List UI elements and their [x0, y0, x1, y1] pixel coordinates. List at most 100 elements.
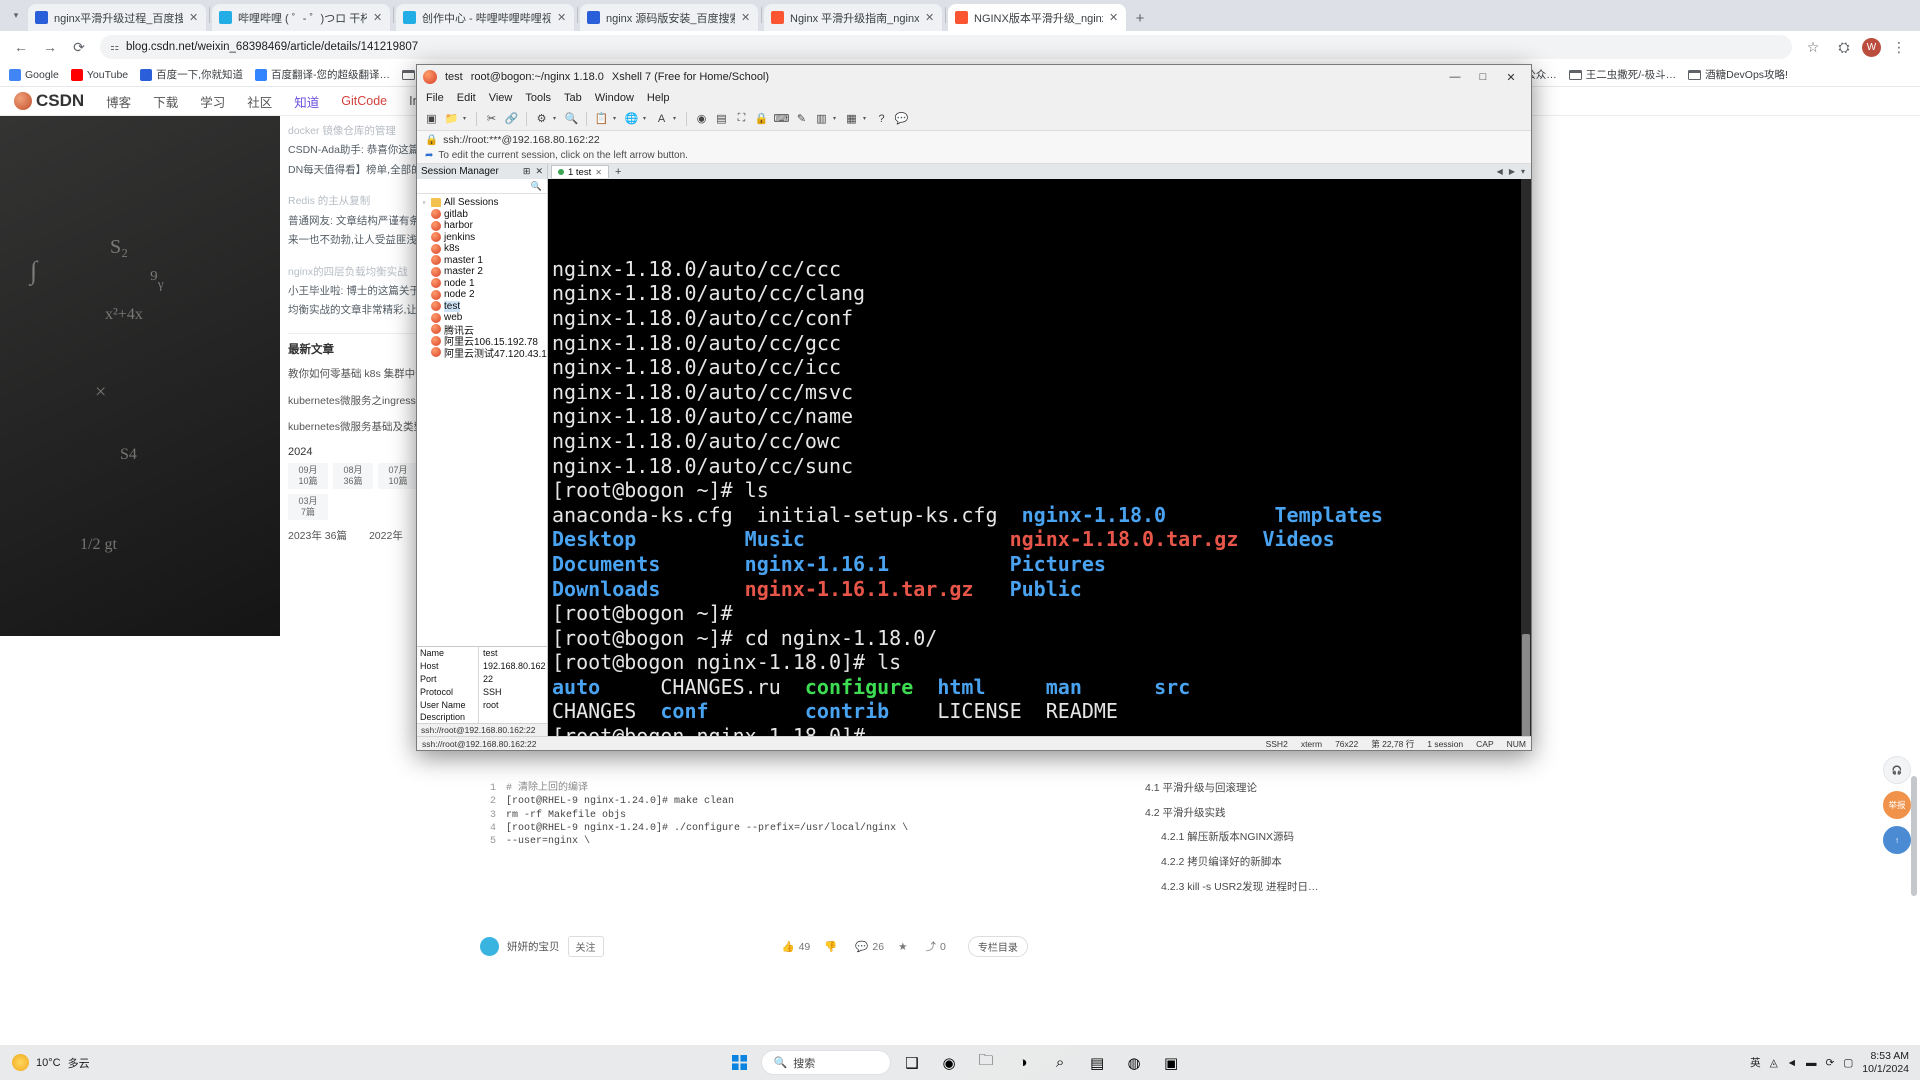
menu-window[interactable]: Window	[595, 92, 634, 104]
properties-icon[interactable]: ⚙	[533, 110, 550, 127]
session-item[interactable]: jenkins	[417, 232, 547, 244]
report-icon[interactable]: 举报	[1883, 791, 1911, 819]
tab-close-icon[interactable]: ✕	[925, 11, 935, 24]
highlight-icon[interactable]: ✎	[793, 110, 810, 127]
edge-icon[interactable]: ◑	[1008, 1048, 1039, 1077]
session-item[interactable]: master 1	[417, 255, 547, 267]
article-stat[interactable]: 👍 49	[782, 940, 811, 954]
session-item[interactable]: 阿里云测试47.120.43.14	[417, 347, 547, 360]
task-view-icon[interactable]: ❑	[897, 1048, 928, 1077]
back-button[interactable]: ←	[8, 34, 34, 60]
taskbar-search[interactable]: 🔍 搜索	[760, 1050, 891, 1075]
csdn-nav-item[interactable]: 社区	[247, 92, 272, 111]
session-item[interactable]: harbor	[417, 220, 547, 232]
tab-close-icon[interactable]: ✕	[741, 11, 751, 24]
session-item[interactable]: node 2	[417, 289, 547, 301]
keyboard-icon[interactable]: ⌨	[773, 110, 790, 127]
folder-explorer-icon[interactable]: 🗀	[971, 1048, 1002, 1077]
close-button[interactable]: ✕	[1497, 66, 1525, 88]
article-stat[interactable]: ★	[898, 941, 911, 953]
tab-scroll-right-icon[interactable]: ▶	[1509, 167, 1515, 176]
minimize-button[interactable]: —	[1441, 66, 1469, 88]
follow-button[interactable]: 关注	[567, 936, 604, 957]
weather-widget[interactable]: 10°C 多云	[0, 1054, 160, 1071]
menu-edit[interactable]: Edit	[457, 92, 476, 104]
battery-icon[interactable]: ▬	[1806, 1057, 1817, 1069]
menu-file[interactable]: File	[426, 92, 444, 104]
magnifier-icon[interactable]: ⌕	[1045, 1048, 1076, 1077]
extensions-icon[interactable]: ⛭	[1831, 34, 1857, 60]
archive-month-chip[interactable]: 03月 7篇	[288, 494, 328, 521]
new-tab-button[interactable]: +	[1127, 5, 1153, 31]
terminal-tab-close-icon[interactable]: ✕	[595, 168, 602, 177]
headset-icon[interactable]: 🎧	[1883, 756, 1911, 784]
menu-view[interactable]: View	[489, 92, 513, 104]
toc-item[interactable]: 4.2.1 解压新版本NGINX源码	[1145, 825, 1335, 850]
find-icon[interactable]: 🔍	[563, 110, 580, 127]
updates-icon[interactable]: ⟳	[1826, 1057, 1835, 1069]
browser-tab[interactable]: NGINX版本平滑升级_nginx原版… ✕	[948, 4, 1126, 31]
compose-icon[interactable]: ▥	[813, 110, 830, 127]
session-item[interactable]: node 1	[417, 278, 547, 290]
toc-item[interactable]: 4.1 平滑升级与回滚理论	[1145, 776, 1335, 801]
toc-item[interactable]: 4.2.2 拷贝编译好的新脚本	[1145, 850, 1335, 875]
chevron-down-icon[interactable]: ▾	[613, 115, 620, 122]
tab-list-icon[interactable]: ▾	[1521, 167, 1525, 176]
site-settings-icon[interactable]: ⚏	[110, 42, 119, 53]
address-bar[interactable]: ⚏ blog.csdn.net/weixin_68398469/article/…	[100, 35, 1792, 59]
chevron-down-icon[interactable]: ▾	[863, 115, 870, 122]
open-folder-icon[interactable]: 📁	[443, 110, 460, 127]
terminal-scrollbar-thumb[interactable]	[1522, 634, 1530, 736]
new-session-icon[interactable]: ▣	[423, 110, 440, 127]
xshell-icon[interactable]: ◉	[693, 110, 710, 127]
tab-close-icon[interactable]: ✕	[1109, 11, 1119, 24]
csdn-nav-item[interactable]: GitCode	[341, 94, 387, 108]
author-name[interactable]: 妍妍的宝贝	[507, 939, 560, 954]
taskbar-clock[interactable]: 8:53 AM 10/1/2024	[1862, 1050, 1909, 1075]
browser-tab[interactable]: nginx平滑升级过程_百度搜索 ✕	[28, 4, 206, 31]
search-icon[interactable]: 🔍	[531, 181, 542, 192]
archive-year-row[interactable]: 2022年	[369, 528, 403, 543]
session-item[interactable]: master 2	[417, 266, 547, 278]
vmware-icon[interactable]: ▣	[1156, 1048, 1187, 1077]
reconnect-icon[interactable]: 🔗	[503, 110, 520, 127]
page-scrollbar-thumb[interactable]	[1911, 776, 1917, 896]
session-item[interactable]: test	[417, 300, 547, 313]
bookmark-item[interactable]: 酒糖DevOps攻略!	[1688, 67, 1788, 82]
wifi-icon[interactable]: ◬	[1770, 1057, 1778, 1069]
maximize-button[interactable]: □	[1469, 66, 1497, 88]
xftp-icon[interactable]: ▤	[713, 110, 730, 127]
tab-search-icon[interactable]: ▾	[4, 0, 28, 31]
csdn-logo[interactable]: CSDN	[14, 91, 84, 111]
browser-tab[interactable]: 哔哩哔哩 ( ゜- ゜)つロ 干杯~-b… ✕	[212, 4, 390, 31]
article-stat[interactable]: ⤴ 0	[926, 939, 946, 954]
bookmark-star-icon[interactable]: ☆	[1800, 34, 1826, 60]
xshell-address-bar[interactable]: 🔒 ssh://root:***@192.168.80.162:22	[417, 131, 1531, 148]
close-icon[interactable]: ✕	[535, 166, 543, 177]
help-icon[interactable]: ?	[873, 110, 890, 127]
tab-close-icon[interactable]: ✕	[373, 11, 383, 24]
browser-tab[interactable]: nginx 源码版安装_百度搜索 ✕	[580, 4, 758, 31]
csdn-nav-item[interactable]: 学习	[200, 92, 225, 111]
terminal-tab[interactable]: 1 test ✕	[551, 165, 609, 178]
chrome-menu-icon[interactable]: ⋮	[1886, 34, 1912, 60]
chevron-down-icon[interactable]: ▾	[643, 115, 650, 122]
globe-icon[interactable]: 🌐	[623, 110, 640, 127]
start-button[interactable]	[724, 1048, 755, 1077]
chevron-down-icon[interactable]: ▾	[553, 115, 560, 122]
menu-help[interactable]: Help	[647, 92, 670, 104]
expand-icon[interactable]: ▫	[420, 198, 428, 207]
session-item[interactable]: web	[417, 312, 547, 324]
xshell-titlebar[interactable]: test root@bogon:~/nginx 1.18.0 Xshell 7 …	[417, 65, 1531, 89]
csdn-nav-item[interactable]: 下载	[153, 92, 178, 111]
chevron-down-icon[interactable]: ▾	[673, 115, 680, 122]
fullscreen-icon[interactable]: ⛶	[733, 110, 750, 127]
terminal-output[interactable]: nginx-1.18.0/auto/cc/ccc nginx-1.18.0/aut…	[548, 179, 1531, 736]
session-item[interactable]: gitlab	[417, 209, 547, 221]
forward-button[interactable]: →	[37, 34, 63, 60]
disconnect-icon[interactable]: ✂	[483, 110, 500, 127]
bookmark-item[interactable]: 百度翻译-您的超级翻译…	[255, 67, 390, 82]
terminal-scrollbar[interactable]	[1521, 179, 1531, 736]
chrome-icon[interactable]: ◉	[934, 1048, 965, 1077]
menu-tools[interactable]: Tools	[525, 92, 551, 104]
